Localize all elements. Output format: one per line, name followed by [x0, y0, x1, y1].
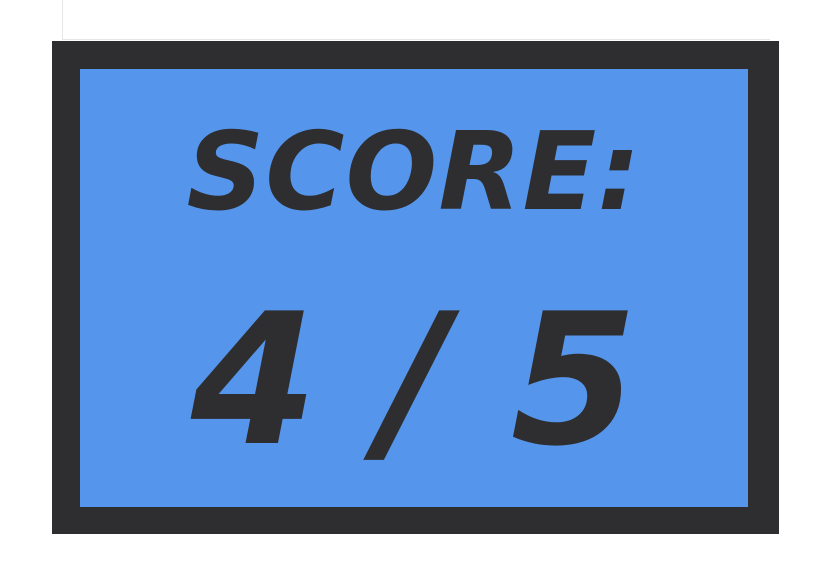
score-screen: SCORE: 4 / 5 — [0, 0, 833, 572]
score-board-frame: SCORE: 4 / 5 — [52, 41, 779, 534]
score-value: 4 / 5 — [190, 274, 638, 486]
score-panel: SCORE: 4 / 5 — [80, 69, 748, 507]
score-label: SCORE: — [186, 110, 642, 235]
top-divider — [62, 0, 770, 40]
